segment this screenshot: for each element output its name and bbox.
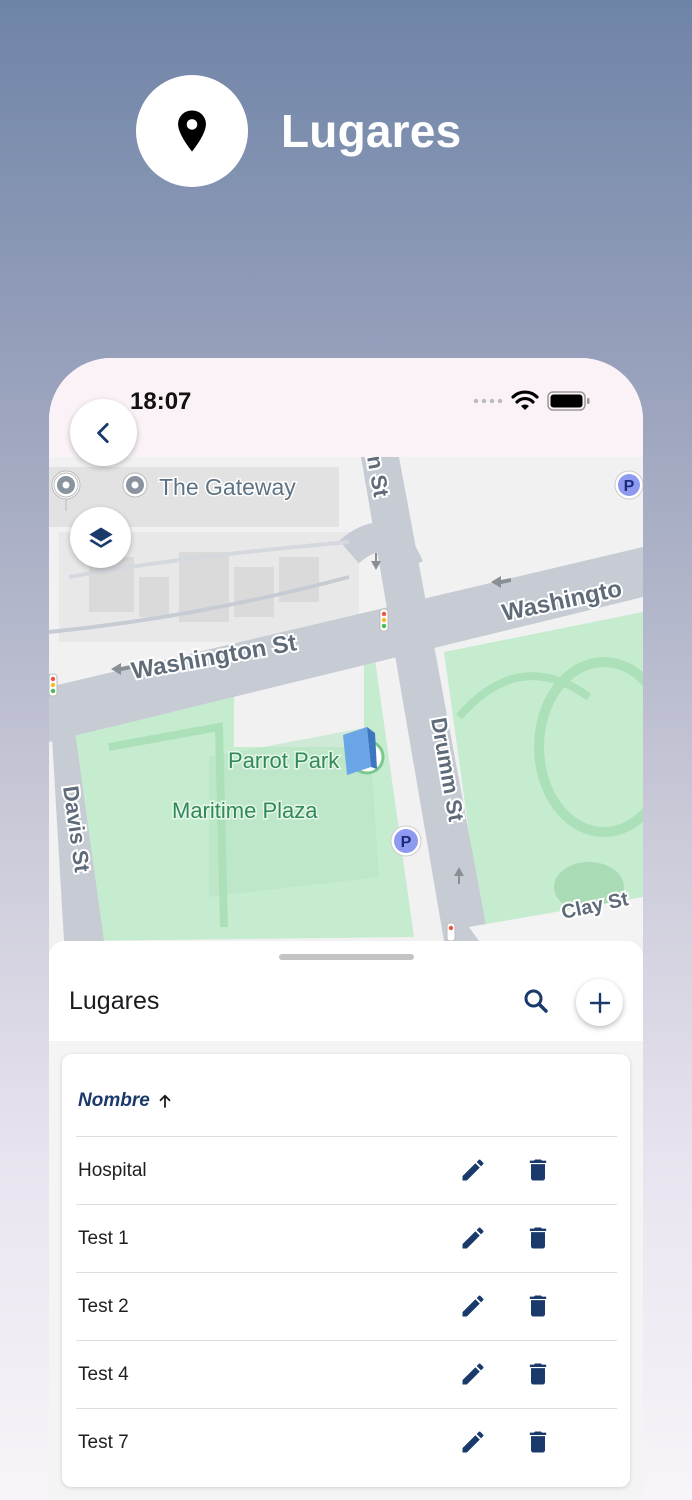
table-row[interactable]: Test 7 bbox=[76, 1408, 617, 1476]
search-button[interactable] bbox=[521, 986, 553, 1018]
chevron-left-icon bbox=[96, 422, 109, 443]
edit-icon[interactable] bbox=[459, 1156, 487, 1184]
map-layers-button[interactable] bbox=[70, 507, 131, 568]
map-label-parrot-park: Parrot Park bbox=[228, 748, 340, 773]
battery-icon bbox=[547, 391, 590, 411]
column-header-label: Nombre bbox=[78, 1090, 150, 1111]
parking-label: P bbox=[624, 478, 635, 495]
edit-icon[interactable] bbox=[459, 1360, 487, 1388]
delete-icon[interactable] bbox=[524, 1427, 552, 1457]
places-table: Nombre Hospital Test 1 Test 2 Test 4 Tes… bbox=[62, 1054, 630, 1487]
status-icons bbox=[473, 390, 591, 412]
phone-screen: 18:07 P P The Gateway Washington St Wash… bbox=[49, 358, 643, 1500]
parking-label: P bbox=[401, 834, 412, 851]
table-body: Hospital Test 1 Test 2 Test 4 Test 7 bbox=[76, 1136, 617, 1476]
delete-icon[interactable] bbox=[524, 1291, 552, 1321]
arrow-up-icon bbox=[159, 1094, 171, 1108]
row-name: Hospital bbox=[78, 1160, 147, 1181]
row-name: Test 1 bbox=[78, 1228, 129, 1249]
status-time: 18:07 bbox=[130, 388, 192, 415]
bottom-sheet: Lugares Nombre Hospital Test 1 Test 2 Te… bbox=[49, 941, 643, 1500]
location-pin-icon bbox=[178, 110, 206, 152]
wifi-icon bbox=[511, 390, 539, 410]
delete-icon[interactable] bbox=[524, 1155, 552, 1185]
page-title: Lugares bbox=[281, 105, 462, 157]
plus-icon bbox=[589, 992, 610, 1013]
table-row[interactable]: Test 4 bbox=[76, 1340, 617, 1408]
sheet-title: Lugares bbox=[69, 987, 160, 1015]
search-icon bbox=[524, 989, 548, 1013]
sheet-header: Lugares bbox=[49, 941, 643, 1041]
edit-icon[interactable] bbox=[459, 1428, 487, 1456]
edit-icon[interactable] bbox=[459, 1292, 487, 1320]
map-label-gateway: The Gateway bbox=[159, 474, 296, 500]
delete-icon[interactable] bbox=[524, 1359, 552, 1389]
cellular-signal-icon bbox=[473, 398, 503, 404]
location-badge bbox=[136, 75, 248, 187]
row-name: Test 7 bbox=[78, 1432, 129, 1453]
delete-icon[interactable] bbox=[524, 1223, 552, 1253]
row-name: Test 4 bbox=[78, 1364, 129, 1385]
table-row[interactable]: Test 1 bbox=[76, 1204, 617, 1272]
edit-icon[interactable] bbox=[459, 1224, 487, 1252]
table-row[interactable]: Test 2 bbox=[76, 1272, 617, 1340]
layers-icon bbox=[88, 527, 113, 548]
map-label-maritime-plaza: Maritime Plaza bbox=[172, 798, 318, 823]
table-row[interactable]: Hospital bbox=[76, 1136, 617, 1204]
column-header-nombre[interactable]: Nombre bbox=[78, 1090, 174, 1112]
back-button[interactable] bbox=[70, 399, 137, 466]
drag-handle[interactable] bbox=[279, 954, 414, 960]
add-place-button[interactable] bbox=[576, 979, 623, 1026]
row-name: Test 2 bbox=[78, 1296, 129, 1317]
status-bar: 18:07 bbox=[49, 358, 643, 458]
map-view[interactable]: P P The Gateway Washington St Washingto … bbox=[49, 457, 643, 941]
map-canvas[interactable]: P P The Gateway Washington St Washingto … bbox=[49, 457, 643, 941]
